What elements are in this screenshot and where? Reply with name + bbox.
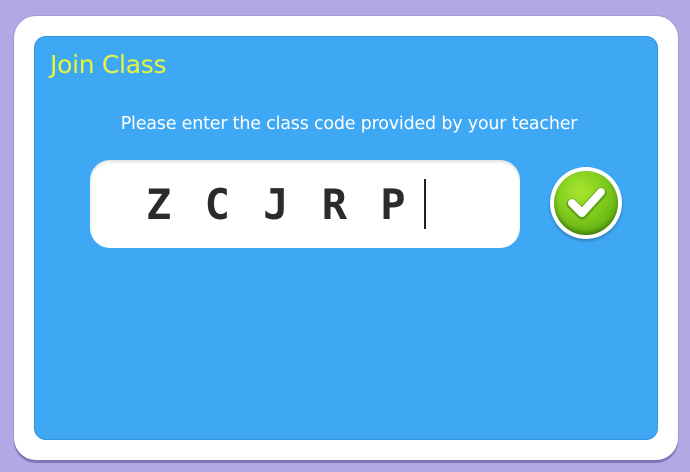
join-class-dialog: Join Class Please enter the class code p… <box>14 16 678 460</box>
submit-code-button[interactable] <box>550 167 622 239</box>
class-code-input[interactable]: Z C J R P <box>90 160 520 248</box>
text-caret <box>423 179 426 229</box>
dialog-panel: Join Class Please enter the class code p… <box>34 36 658 440</box>
checkmark-icon <box>566 187 607 220</box>
instruction-text: Please enter the class code provided by … <box>120 114 578 134</box>
class-code-value: Z C J R P <box>146 179 410 229</box>
dialog-title: Join Class <box>50 50 167 79</box>
